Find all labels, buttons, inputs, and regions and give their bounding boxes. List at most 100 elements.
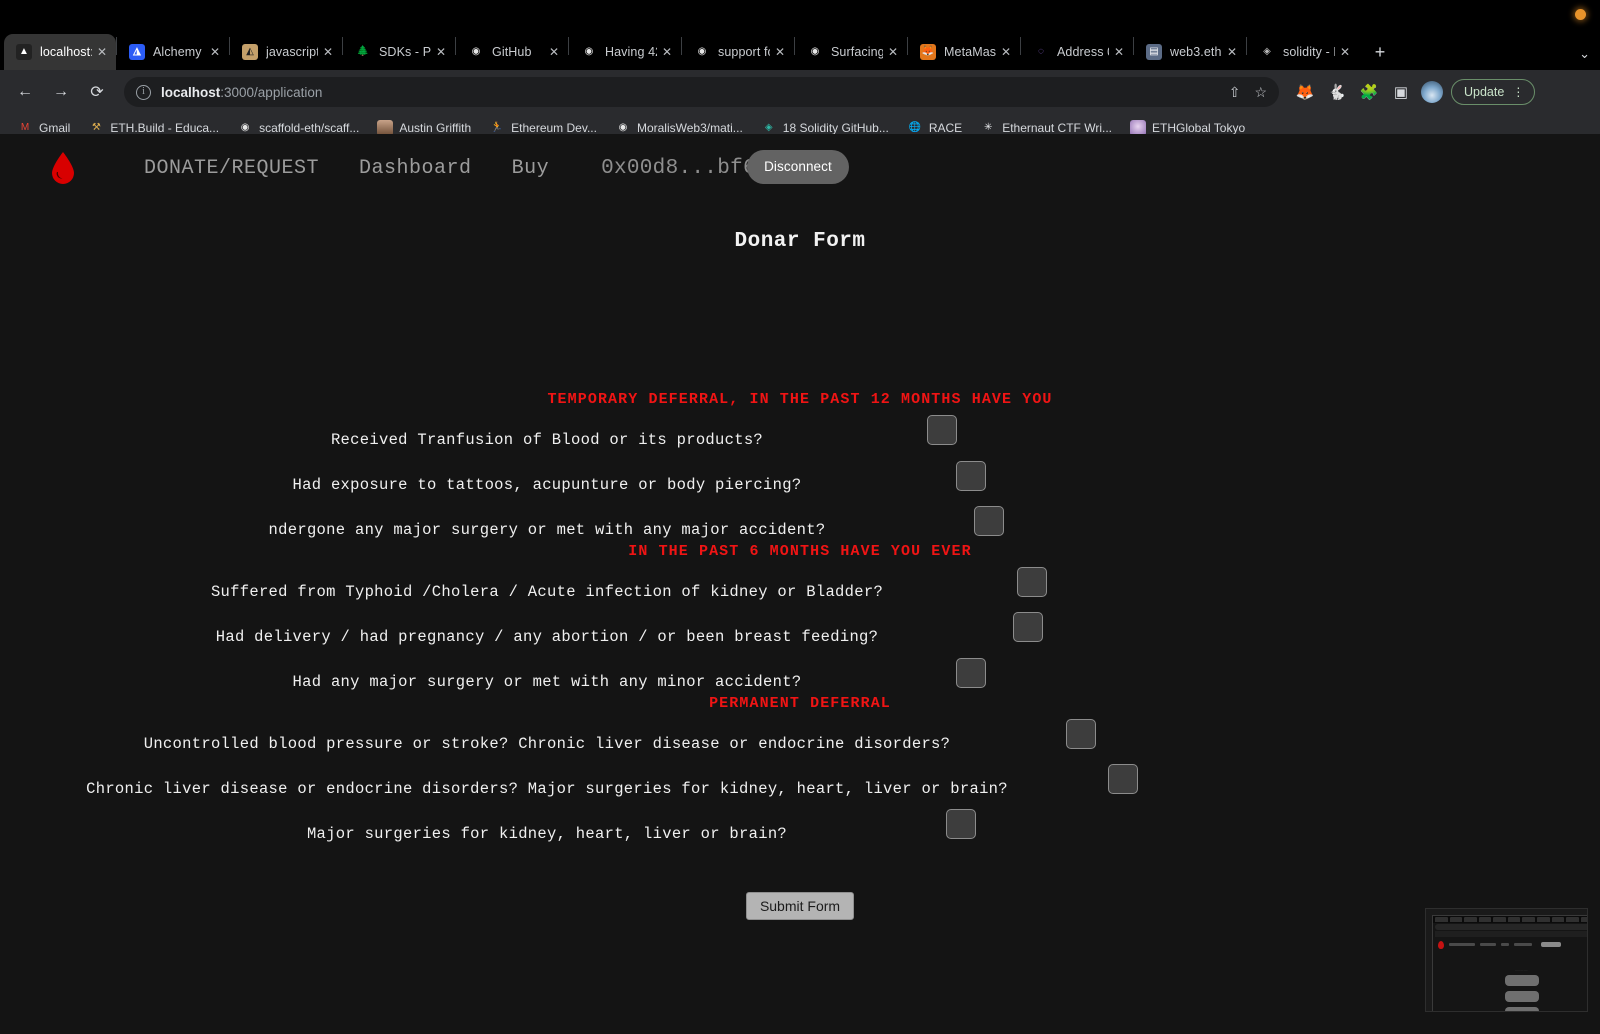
close-icon[interactable]: ✕	[207, 44, 223, 60]
browser-tab[interactable]: ◮ Alchemy ✕	[117, 34, 229, 70]
browser-tab[interactable]: 🦊 MetaMask✕	[908, 34, 1020, 70]
forward-arrow-icon[interactable]: →	[46, 77, 76, 107]
url-path: :3000/application	[220, 84, 323, 100]
question-label: Major surgeries for kidney, heart, liver…	[306, 825, 788, 843]
url-host: localhost	[161, 84, 221, 100]
question-label: Received Tranfusion of Blood or its prod…	[330, 431, 764, 449]
question-label: Chronic liver disease or endocrine disor…	[86, 780, 1008, 798]
bookmark-label: Ethernaut CTF Wri...	[1002, 120, 1112, 135]
tab-title: Surfacing H	[831, 45, 883, 59]
browser-tab[interactable]: ◉ Surfacing H✕	[795, 34, 907, 70]
question-label: Had exposure to tattoos, acupunture or b…	[292, 476, 802, 494]
section-heading: TEMPORARY DEFERRAL, IN THE PAST 12 MONTH…	[547, 391, 1053, 408]
profile-avatar[interactable]	[1421, 81, 1443, 103]
submit-row: Submit Form	[0, 892, 1600, 920]
bookmark-label: scaffold-eth/scaff...	[259, 120, 360, 135]
browser-tab[interactable]: ◉ Having 422✕	[569, 34, 681, 70]
address-bar-url: localhost:3000/application	[161, 85, 322, 100]
picture-in-picture-preview[interactable]: ............	[1425, 908, 1588, 1012]
kebab-menu-icon[interactable]: ⋮	[1512, 85, 1524, 99]
github-icon: ◉	[584, 46, 594, 57]
section-heading: IN THE PAST 6 MONTHS HAVE YOU EVER	[628, 543, 972, 560]
browser-tab[interactable]: ▤ web3.eth.C✕	[1134, 34, 1246, 70]
browser-tabstrip: ▲localhost:30✕◮Alchemy✕◭javascript -✕🌲SD…	[0, 30, 1600, 70]
update-button[interactable]: Update ⋮	[1451, 79, 1536, 105]
tab-title: localhost:30	[40, 45, 92, 59]
tab-title: web3.eth.C	[1170, 45, 1222, 59]
close-icon[interactable]: ✕	[998, 44, 1014, 60]
question-checkbox[interactable]	[946, 809, 976, 839]
close-icon[interactable]: ✕	[1337, 44, 1353, 60]
question-label: Had any major surgery or met with any mi…	[292, 673, 802, 691]
chevron-down-icon[interactable]: ⌄	[1579, 46, 1590, 62]
github-icon: ◉	[810, 46, 820, 57]
alchemy-icon: ◮	[129, 44, 145, 60]
question-checkbox[interactable]	[956, 658, 986, 688]
github-icon: ◉	[697, 46, 707, 57]
browser-tab[interactable]: ▲ localhost:30✕	[4, 34, 116, 70]
update-button-label: Update	[1464, 85, 1505, 99]
close-icon[interactable]: ✕	[772, 44, 788, 60]
pip-address-bar	[1435, 924, 1587, 930]
browser-titlebar	[0, 0, 1600, 30]
browser-tab[interactable]: ◉ GitHub ✕	[456, 34, 568, 70]
tab-title: solidity - Ho	[1283, 45, 1335, 59]
pip-disconnect-button	[1541, 942, 1561, 947]
pip-form-title: ............	[1515, 968, 1528, 972]
tab-title: javascript -	[266, 45, 318, 59]
tab-title: Alchemy	[153, 45, 202, 59]
question-label: Suffered from Typhoid /Cholera / Acute i…	[210, 583, 884, 601]
question-checkbox[interactable]	[1017, 567, 1047, 597]
question-label: Uncontrolled blood pressure or stroke? C…	[143, 735, 951, 753]
question-checkbox[interactable]	[927, 415, 957, 445]
pip-tabstrip	[1433, 916, 1587, 923]
question-checkbox[interactable]	[1013, 612, 1043, 642]
browser-tab[interactable]: ◉ support for✕	[682, 34, 794, 70]
close-icon[interactable]: ✕	[1111, 44, 1127, 60]
stackoverflow-icon: ◭	[242, 44, 258, 60]
section-heading: PERMANENT DEFERRAL	[709, 695, 891, 712]
question-checkbox[interactable]	[974, 506, 1004, 536]
bookmark-label: Austin Griffith	[399, 120, 472, 135]
address-bar[interactable]: i localhost:3000/application ⇧ ☆	[124, 77, 1279, 107]
submit-form-button[interactable]: Submit Form	[745, 892, 855, 920]
rabby-extension-icon[interactable]: 🐇	[1323, 78, 1351, 106]
web3-docs-icon: ▤	[1146, 44, 1162, 60]
new-tab-button[interactable]: +	[1365, 37, 1395, 67]
triangle-dark-icon: ▲	[16, 44, 32, 60]
github-icon: ◉	[471, 46, 481, 57]
browser-window: ▲localhost:30✕◮Alchemy✕◭javascript -✕🌲SD…	[0, 0, 1600, 1034]
close-icon[interactable]: ✕	[546, 44, 562, 60]
browser-tab[interactable]: 🌲 SDKs - Pina✕	[343, 34, 455, 70]
question-checkbox[interactable]	[956, 461, 986, 491]
pip-bookmarks-bar	[1435, 931, 1587, 937]
close-icon[interactable]: ✕	[659, 44, 675, 60]
star-icon[interactable]: ☆	[1254, 84, 1267, 101]
extensions-puzzle-icon[interactable]: 🧩	[1355, 78, 1383, 106]
pip-blood-drop-icon	[1438, 940, 1444, 949]
solidity-icon: ◈	[1263, 46, 1271, 57]
reload-icon[interactable]: ⟳	[82, 77, 112, 107]
bookmark-label: Gmail	[39, 120, 71, 135]
close-icon[interactable]: ✕	[433, 44, 449, 60]
share-icon[interactable]: ⇧	[1229, 84, 1241, 101]
close-icon[interactable]: ✕	[885, 44, 901, 60]
question-checkbox[interactable]	[1108, 764, 1138, 794]
question-checkbox[interactable]	[1066, 719, 1096, 749]
browser-toolbar: ← → ⟳ i localhost:3000/application ⇧ ☆ 🦊…	[0, 70, 1600, 114]
question-label: Had delivery / had pregnancy / any abort…	[215, 628, 879, 646]
etherscan-icon: ◌	[1038, 46, 1044, 57]
browser-tab[interactable]: ◌ Address 0x✕	[1021, 34, 1133, 70]
site-info-icon[interactable]: i	[136, 84, 151, 100]
metamask-extension-icon[interactable]: 🦊	[1291, 78, 1319, 106]
tab-title: SDKs - Pina	[379, 45, 431, 59]
back-arrow-icon[interactable]: ←	[10, 77, 40, 107]
browser-tab[interactable]: ◭ javascript -✕	[230, 34, 342, 70]
close-icon[interactable]: ✕	[320, 44, 336, 60]
question-label: ndergone any major surgery or met with a…	[268, 521, 826, 539]
close-icon[interactable]: ✕	[1224, 44, 1240, 60]
close-icon[interactable]: ✕	[94, 44, 110, 60]
side-panel-icon[interactable]: ▣	[1387, 78, 1415, 106]
bookmark-label: ETHGlobal Tokyo	[1152, 120, 1246, 135]
browser-tab[interactable]: ◈ solidity - Ho✕	[1247, 34, 1359, 70]
